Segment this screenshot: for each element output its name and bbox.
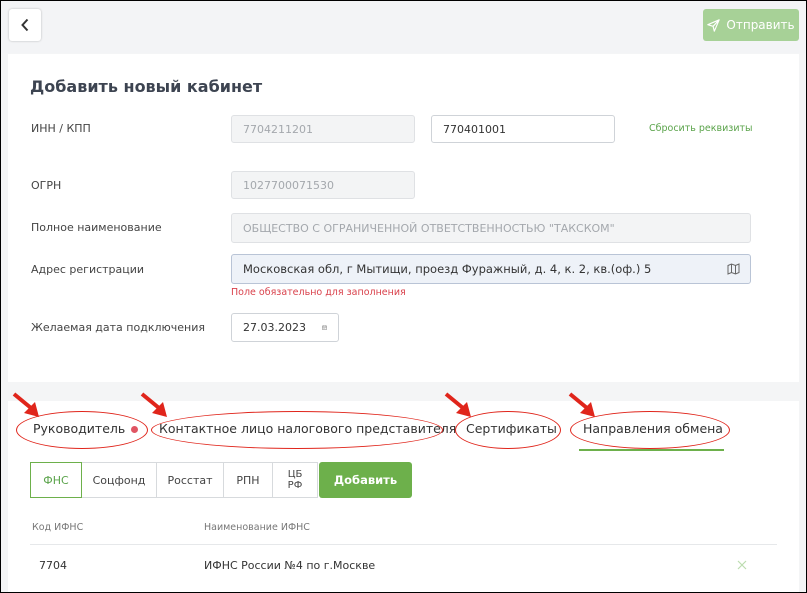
kpp-field[interactable]: 770401001 xyxy=(431,115,615,143)
add-button[interactable]: Добавить xyxy=(319,462,412,498)
annotation-arrow-icon xyxy=(568,392,595,417)
annotation-arrow-icon xyxy=(12,392,39,417)
address-error-message: Поле обязательно для заполнения xyxy=(231,287,406,298)
subtab-fns[interactable]: ФНС xyxy=(30,462,82,498)
table-divider xyxy=(30,544,777,545)
ogrn-field: 1027700071530 xyxy=(231,171,415,199)
subtab-cb-rf[interactable]: ЦБ РФ xyxy=(272,462,318,498)
page-title: Добавить новый кабинет xyxy=(30,77,263,96)
address-field[interactable]: Московская обл, г Мытищи, проезд Фуражны… xyxy=(231,254,751,284)
calendar-icon[interactable] xyxy=(322,322,327,333)
form-card: Добавить новый кабинет ИНН / КПП 7704211… xyxy=(8,54,799,382)
subtab-socfond[interactable]: Соцфонд xyxy=(81,462,157,498)
ogrn-label: ОГРН xyxy=(31,179,62,192)
subtab-rpn[interactable]: РПН xyxy=(223,462,273,498)
annotation-arrow-icon xyxy=(140,392,167,417)
full-name-label: Полное наименование xyxy=(31,221,162,234)
subtab-cb-rf-line2: РФ xyxy=(287,480,303,491)
app-window: Отправить Добавить новый кабинет ИНН / К… xyxy=(0,0,807,593)
send-button-label: Отправить xyxy=(726,18,795,32)
exchange-directions-panel: ФНС Соцфонд Росстат РПН ЦБ РФ Добавить К… xyxy=(8,451,799,592)
table-header-code: Код ИФНС xyxy=(32,522,84,533)
subtab-cb-rf-line1: ЦБ xyxy=(287,469,303,480)
inn-value: 7704211201 xyxy=(243,122,313,136)
chevron-left-icon xyxy=(21,18,29,32)
top-bar: Отправить xyxy=(1,1,806,53)
table-header-name: Наименование ИФНС xyxy=(204,522,310,533)
full-name-field: ОБЩЕСТВО С ОГРАНИЧЕННОЙ ОТВЕТСТВЕННОСТЬЮ… xyxy=(231,213,751,243)
annotation-arrow-icon xyxy=(444,392,471,417)
subtab-rosstat[interactable]: Росстат xyxy=(156,462,224,498)
table-cell-code: 7704 xyxy=(39,559,67,572)
full-name-value: ОБЩЕСТВО С ОГРАНИЧЕННОЙ ОТВЕТСТВЕННОСТЬЮ… xyxy=(243,221,615,235)
annotation-ellipse xyxy=(151,411,443,449)
send-button[interactable]: Отправить xyxy=(703,9,799,41)
inn-field: 7704211201 xyxy=(231,115,415,143)
ogrn-value: 1027700071530 xyxy=(243,178,334,192)
reset-requisites-link[interactable]: Сбросить реквизиты xyxy=(649,123,753,134)
date-field[interactable]: 27.03.2023 xyxy=(231,313,339,342)
table-cell-name: ИФНС России №4 по г.Москве xyxy=(204,559,376,572)
back-button[interactable] xyxy=(9,9,41,41)
agency-tabs: ФНС Соцфонд Росстат РПН ЦБ РФ xyxy=(30,462,318,498)
paper-plane-icon xyxy=(707,18,721,32)
date-value: 27.03.2023 xyxy=(243,321,306,334)
date-label: Желаемая дата подключения xyxy=(31,321,205,334)
close-icon[interactable] xyxy=(737,560,747,570)
map-icon[interactable] xyxy=(727,263,740,275)
inn-kpp-label: ИНН / КПП xyxy=(31,122,91,135)
address-value: Московская обл, г Мытищи, проезд Фуражны… xyxy=(243,262,652,276)
address-label: Адрес регистрации xyxy=(31,263,145,276)
kpp-value: 770401001 xyxy=(443,122,506,136)
